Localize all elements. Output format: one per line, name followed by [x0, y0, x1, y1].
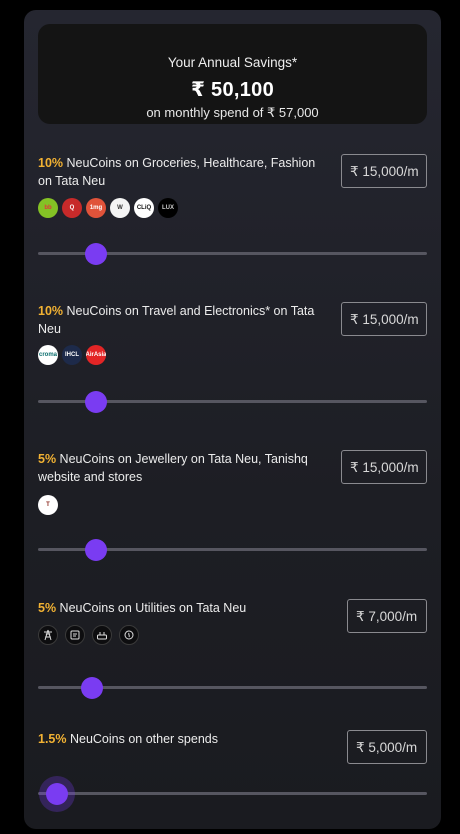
electricity-tower-icon	[38, 625, 58, 645]
category-title: 1.5% NeuCoins on other spends	[38, 730, 328, 748]
category-text: NeuCoins on Travel and Electronics* on T…	[38, 304, 315, 336]
category-percent: 10%	[38, 304, 64, 318]
slider-thumb[interactable]	[85, 538, 108, 561]
amount-input[interactable]: ₹ 15,000/m	[341, 154, 427, 188]
category-title: 5% NeuCoins on Utilities on Tata Neu	[38, 599, 328, 617]
tata-1mg-logo: 1mg	[86, 198, 106, 218]
category-title: 10% NeuCoins on Travel and Electronics* …	[38, 302, 328, 338]
slider-thumb[interactable]	[85, 390, 108, 413]
croma-logo: croma	[38, 345, 58, 365]
monthly-spend-text: on monthly spend of ₹ 57,000	[146, 105, 319, 120]
amount-input[interactable]: ₹ 5,000/m	[347, 730, 427, 764]
router-icon	[92, 625, 112, 645]
category-utilities: 5% NeuCoins on Utilities on Tata Neu ₹ 7…	[38, 599, 427, 699]
amount-input[interactable]: ₹ 15,000/m	[341, 450, 427, 484]
category-percent: 1.5%	[38, 732, 67, 746]
tata-cliq-logo: CLiQ	[134, 198, 154, 218]
savings-calculator-card: Your Annual Savings* ₹ 50,100 on monthly…	[24, 10, 441, 829]
category-groceries: 10% NeuCoins on Groceries, Healthcare, F…	[38, 154, 427, 270]
category-travel: 10% NeuCoins on Travel and Electronics* …	[38, 302, 427, 418]
category-jewellery: 5% NeuCoins on Jewellery on Tata Neu, Ta…	[38, 450, 427, 566]
annual-savings-label: Your Annual Savings*	[167, 55, 298, 70]
category-percent: 5%	[38, 452, 57, 466]
category-title: 10% NeuCoins on Groceries, Healthcare, F…	[38, 154, 328, 190]
qmin-logo: Q	[62, 198, 82, 218]
slider-thumb[interactable]	[85, 242, 108, 265]
brand-logos: T	[38, 495, 58, 515]
tata-cliq-luxury-logo: LUX	[158, 198, 178, 218]
slider-track[interactable]	[38, 792, 427, 795]
ihcl-logo: IHCL	[62, 345, 82, 365]
category-text: NeuCoins on Groceries, Healthcare, Fashi…	[38, 156, 316, 188]
slider-thumb[interactable]	[81, 676, 104, 699]
category-title: 5% NeuCoins on Jewellery on Tata Neu, Ta…	[38, 450, 328, 486]
category-text: NeuCoins on other spends	[66, 732, 218, 746]
bigbasket-logo: bb	[38, 198, 58, 218]
brand-logos: croma IHCL AirAsia	[38, 345, 106, 365]
amount-input[interactable]: ₹ 15,000/m	[341, 302, 427, 336]
amount-input[interactable]: ₹ 7,000/m	[347, 599, 427, 633]
category-percent: 10%	[38, 156, 64, 170]
westside-logo: W	[110, 198, 130, 218]
category-text: NeuCoins on Utilities on Tata Neu	[56, 601, 247, 615]
utility-icons	[38, 625, 139, 645]
gas-icon	[119, 625, 139, 645]
category-percent: 5%	[38, 601, 57, 615]
category-text: NeuCoins on Jewellery on Tata Neu, Tanis…	[38, 452, 308, 484]
airasia-logo: AirAsia	[86, 345, 106, 365]
annual-savings-summary: Your Annual Savings* ₹ 50,100 on monthly…	[38, 24, 427, 124]
brand-logos: bb Q 1mg W CLiQ LUX	[38, 198, 178, 218]
category-other-spends: 1.5% NeuCoins on other spends ₹ 5,000/m	[38, 730, 427, 810]
slider-thumb[interactable]	[46, 782, 69, 805]
annual-savings-amount: ₹ 50,100	[190, 79, 275, 101]
tanishq-logo: T	[38, 495, 58, 515]
bill-icon	[65, 625, 85, 645]
